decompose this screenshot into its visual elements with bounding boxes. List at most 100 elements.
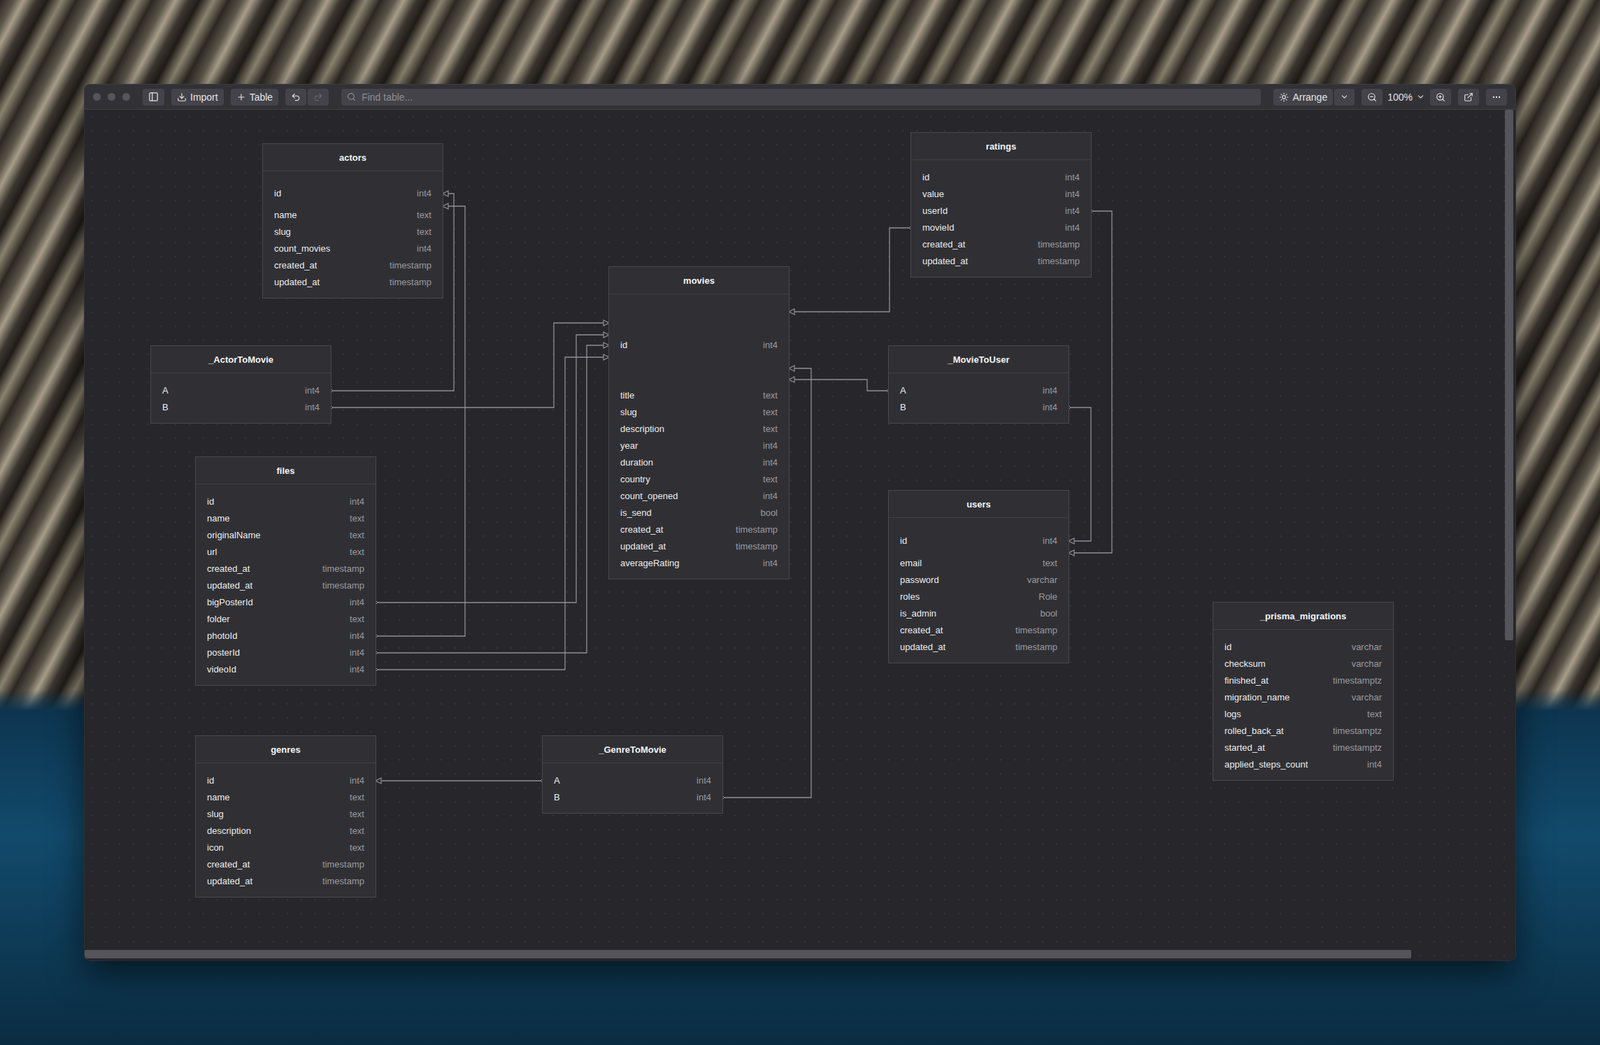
table-node[interactable]: moviesidint4titletextslugtextdescription… — [609, 267, 789, 580]
column-type: text — [349, 613, 365, 625]
column-name: folder — [206, 613, 231, 625]
column-name: B — [553, 792, 561, 803]
column-type: text — [349, 513, 365, 524]
search-input[interactable] — [360, 90, 1256, 104]
column-type: int4 — [1042, 535, 1058, 547]
column-name: url — [206, 546, 217, 558]
desktop-wallpaper: ImportTableArrange100%actorsidint4namete… — [0, 0, 1600, 1045]
more-button[interactable] — [1486, 88, 1507, 106]
table-node[interactable]: usersidint4emailtextpasswordvarcharroles… — [888, 490, 1069, 663]
add-table-button[interactable]: Table — [230, 88, 279, 106]
search-field[interactable] — [341, 88, 1261, 106]
download-icon — [176, 92, 187, 103]
column-name: id — [206, 775, 214, 787]
column-name: is_admin — [900, 608, 937, 619]
table-columns: idint4nametextslugtextcount_moviesint4cr… — [262, 171, 443, 298]
table-node[interactable]: _prisma_migrationsidvarcharchecksumvarch… — [1213, 602, 1394, 781]
column-row: created_attimestamp — [195, 855, 376, 873]
column-row: applied_steps_countint4 — [1213, 755, 1394, 773]
column-type: timestamp — [322, 876, 365, 887]
column-type: timestamptz — [1332, 742, 1382, 754]
column-name: value — [922, 188, 945, 200]
import-button[interactable]: Import — [171, 88, 224, 106]
relation-line[interactable] — [788, 379, 889, 391]
relation-line[interactable] — [1068, 407, 1091, 542]
table-node[interactable]: actorsidint4nametextslugtextcount_movies… — [262, 144, 443, 298]
table-title: genres — [195, 736, 376, 764]
relation-line[interactable] — [375, 345, 610, 654]
column-row: logstext — [1213, 705, 1394, 723]
column-name: password — [900, 574, 940, 586]
table-node[interactable]: _ActorToMovieAint4Bint4 — [151, 346, 331, 424]
table-columns: Aint4Bint4 — [151, 373, 331, 424]
column-row: slugtext — [609, 403, 789, 421]
table-title: actors — [262, 144, 443, 172]
table-title: _MovieToUser — [888, 346, 1069, 374]
relation-line[interactable] — [375, 357, 610, 670]
arrange-button[interactable]: Arrange — [1273, 88, 1333, 106]
column-type: Role — [1038, 591, 1058, 603]
column-row: rolled_back_attimestamptz — [1213, 722, 1394, 740]
zoom-out-button[interactable] — [1361, 88, 1383, 106]
column-row: titletext — [609, 386, 789, 404]
zoom-group: 100% — [1361, 88, 1452, 106]
column-type: timestamp — [389, 260, 432, 271]
table-columns: idvarcharchecksumvarcharfinished_attimes… — [1213, 630, 1394, 781]
column-type: timestamp — [322, 859, 365, 870]
table-columns: idint4nametextslugtextdescriptiontextico… — [195, 763, 376, 898]
relation-line[interactable] — [788, 227, 912, 312]
column-name: B — [162, 402, 169, 413]
horizontal-scrollbar[interactable] — [84, 950, 1412, 959]
table-node[interactable]: _MovieToUserAint4Bint4 — [888, 346, 1069, 424]
relation-line[interactable] — [375, 780, 543, 782]
window-close[interactable] — [93, 93, 101, 101]
column-row: updated_attimestamp — [262, 273, 443, 291]
column-row: Bint4 — [151, 398, 331, 416]
column-row: videoIdint4 — [195, 660, 376, 678]
column-type: text — [349, 842, 365, 854]
column-type: text — [416, 209, 432, 221]
chevron-down-icon — [1339, 92, 1349, 102]
column-row: descriptiontext — [195, 822, 376, 840]
column-name: name — [206, 513, 231, 524]
column-name: slug — [274, 226, 291, 238]
window-zoom[interactable] — [122, 93, 131, 101]
column-type: int4 — [1065, 188, 1080, 200]
column-name: A — [900, 385, 907, 396]
zoom-out-icon — [1367, 92, 1377, 103]
undo-button[interactable] — [285, 88, 307, 106]
redo-button[interactable] — [307, 88, 329, 106]
column-type: timestamp — [1037, 255, 1080, 267]
column-name: duration — [620, 457, 654, 468]
zoom-in-button[interactable] — [1430, 88, 1452, 106]
arrange-group: Arrange — [1273, 88, 1355, 106]
column-name: originalName — [206, 530, 261, 541]
window-minimize[interactable] — [107, 93, 116, 101]
open-external-button[interactable] — [1458, 88, 1480, 106]
relation-line[interactable] — [375, 334, 610, 603]
toolbar: Import Table Arrange 100% — [84, 84, 1516, 110]
vertical-scrollbar[interactable] — [1504, 109, 1514, 641]
column-name: created_at — [206, 563, 250, 575]
zoom-level[interactable]: 100% — [1383, 88, 1429, 106]
column-name: bigPosterId — [206, 597, 254, 608]
column-type: int4 — [304, 402, 320, 413]
column-name: logs — [1224, 709, 1242, 720]
table-columns: Aint4Bint4 — [888, 373, 1069, 424]
column-name: updated_at — [206, 580, 253, 591]
table-columns: idint4titletextslugtextdescriptiontextye… — [609, 294, 789, 580]
table-node[interactable]: filesidint4nametextoriginalNametexturlte… — [195, 457, 376, 686]
sidebar-button[interactable] — [142, 88, 165, 106]
table-node[interactable]: genresidint4nametextslugtextdescriptiont… — [195, 736, 376, 898]
diagram-canvas[interactable]: actorsidint4nametextslugtextcount_movies… — [84, 109, 1516, 961]
column-type: text — [349, 792, 365, 803]
column-type: text — [349, 530, 365, 541]
column-row: updated_attimestamp — [195, 872, 376, 890]
column-type: text — [349, 825, 365, 837]
table-node[interactable]: _GenreToMovieAint4Bint4 — [542, 736, 723, 814]
column-type: text — [762, 423, 778, 435]
column-type: int4 — [1367, 759, 1382, 770]
table-node[interactable]: ratingsidint4valueint4userIdint4movieIdi… — [911, 132, 1091, 277]
relation-line[interactable] — [330, 323, 610, 408]
arrange-menu-button[interactable] — [1334, 88, 1355, 106]
